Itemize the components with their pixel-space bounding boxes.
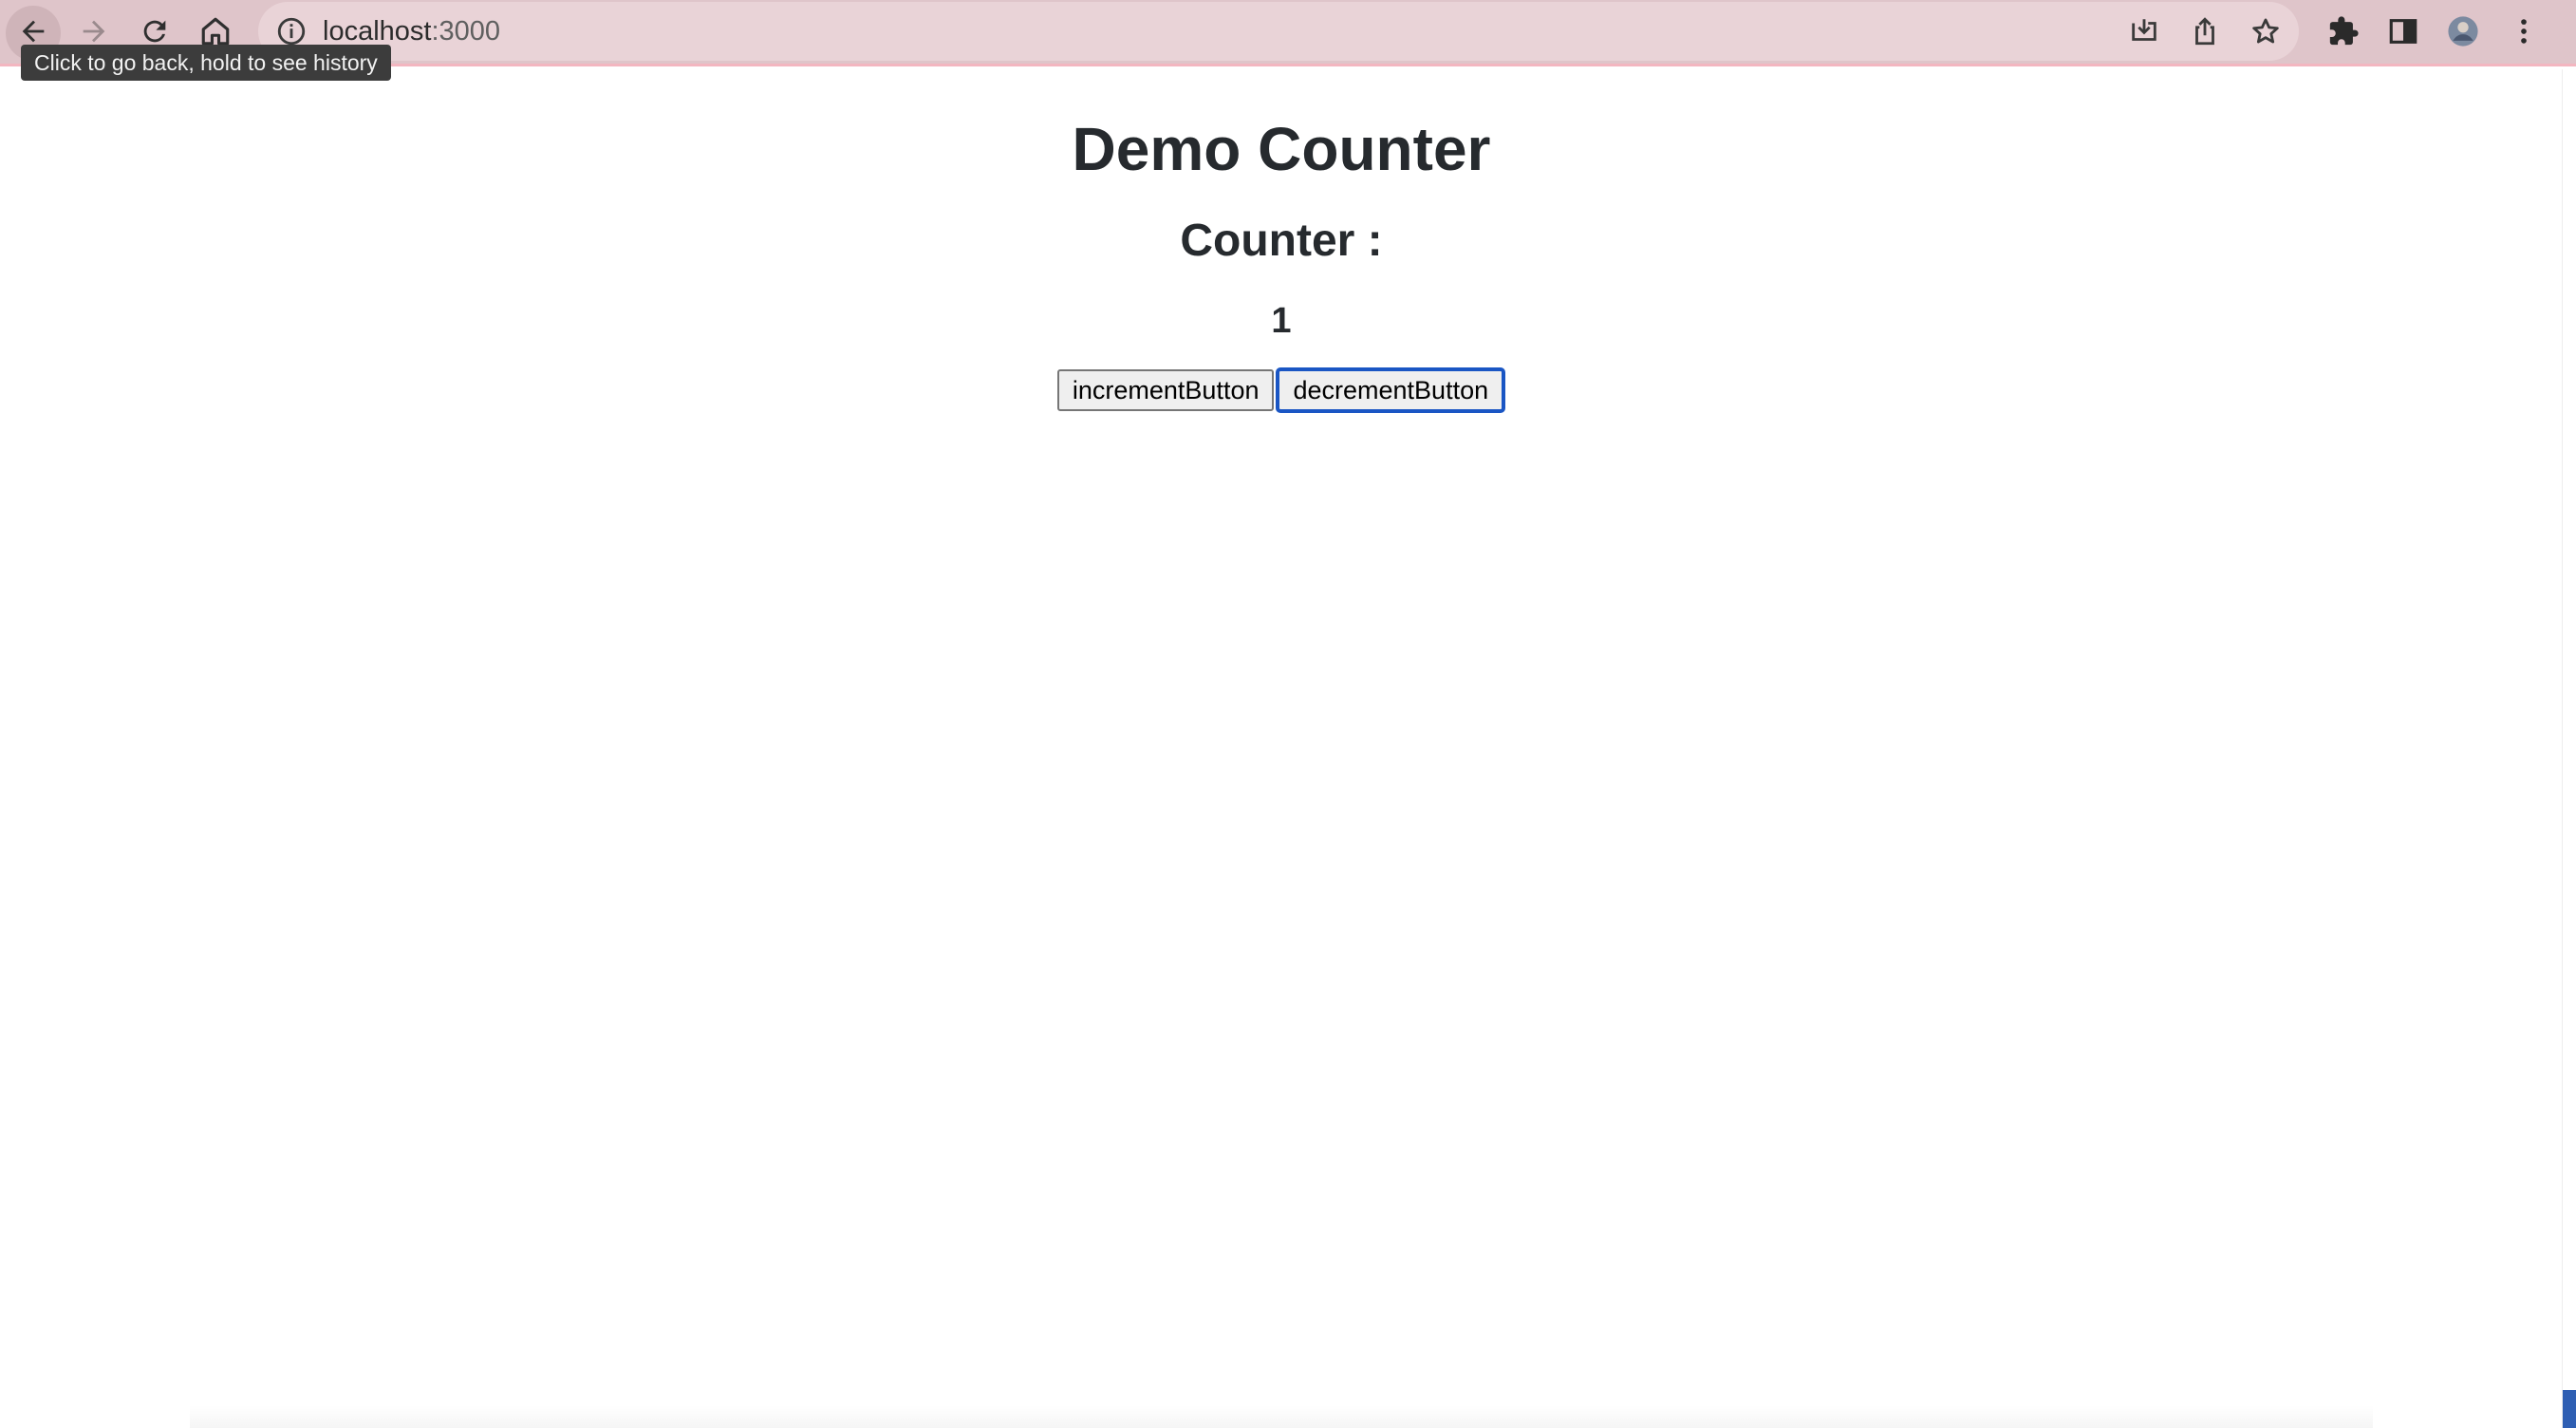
window-edge xyxy=(2562,69,2576,1428)
avatar xyxy=(2447,15,2479,52)
info-icon[interactable] xyxy=(275,15,308,47)
install-icon xyxy=(2128,15,2160,52)
puzzle-icon xyxy=(2327,15,2360,52)
side-panel-icon xyxy=(2387,15,2419,52)
counter-value: 1 xyxy=(1271,301,1292,341)
share-icon xyxy=(2189,15,2221,52)
decrement-button[interactable]: decrementButton xyxy=(1276,367,1506,413)
extensions-button[interactable] xyxy=(2316,6,2371,61)
page-title: Demo Counter xyxy=(1072,115,1491,183)
share-button[interactable] xyxy=(2177,6,2232,61)
address-bar[interactable]: localhost:3000 xyxy=(258,2,2299,61)
page-content: Demo Counter Counter : 1 incrementButton… xyxy=(0,69,2563,413)
url-port: :3000 xyxy=(431,16,501,47)
button-group: incrementButton decrementButton xyxy=(0,367,2563,413)
profile-button[interactable] xyxy=(2436,6,2491,61)
browser-window: localhost:3000 Click to go back, hold to… xyxy=(0,0,2576,1428)
url-host: localhost xyxy=(323,16,432,47)
install-button[interactable] xyxy=(2117,6,2172,61)
increment-button[interactable]: incrementButton xyxy=(1056,369,1275,411)
back-tooltip: Click to go back, hold to see history xyxy=(21,45,391,81)
menu-button[interactable] xyxy=(2496,6,2551,61)
bottom-shadow xyxy=(190,1405,2373,1428)
counter-label: Counter : xyxy=(1180,216,1383,266)
side-panel-button[interactable] xyxy=(2376,6,2431,61)
bookmark-button[interactable] xyxy=(2238,6,2293,61)
edge-indicator xyxy=(2563,1390,2576,1428)
star-icon xyxy=(2249,15,2282,52)
kebab-menu-icon xyxy=(2508,15,2540,52)
